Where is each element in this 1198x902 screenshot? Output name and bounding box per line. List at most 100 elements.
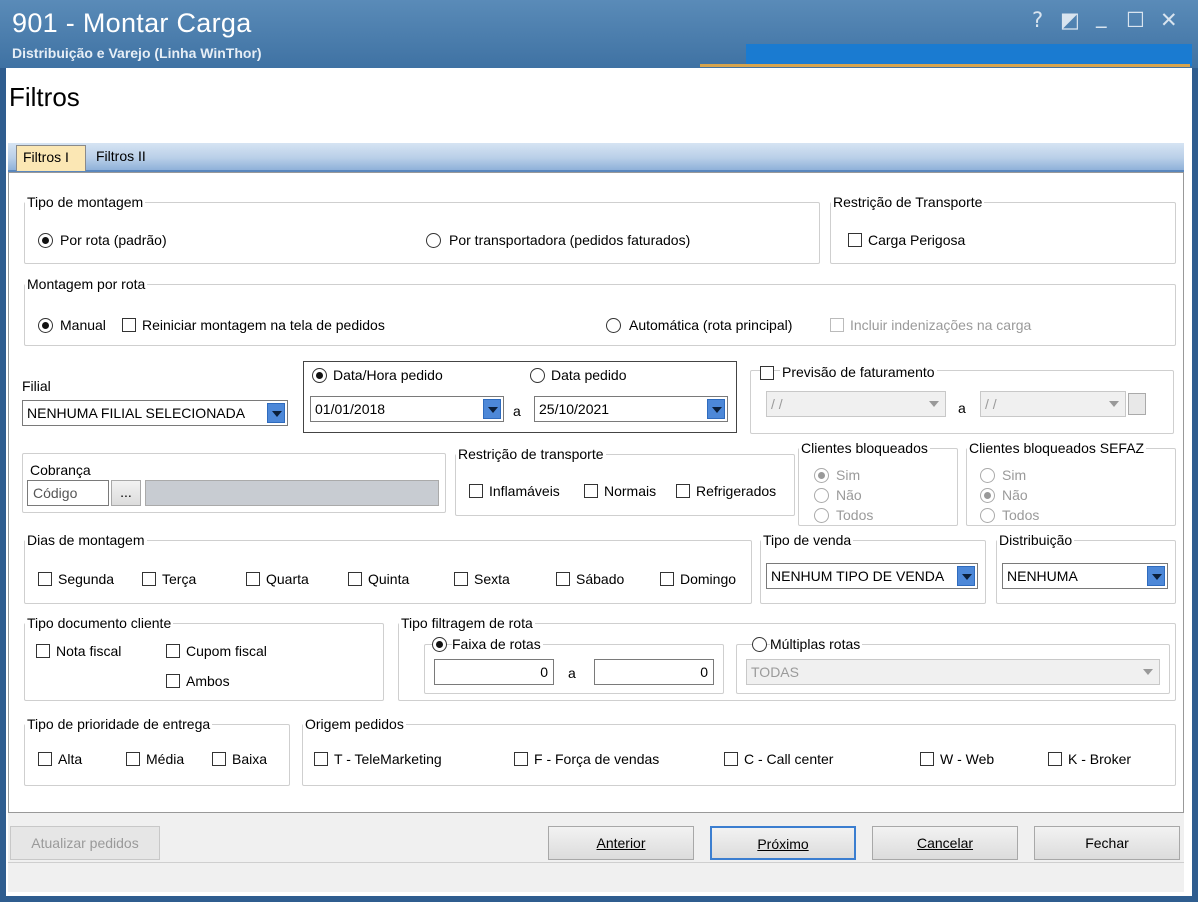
normais-checkbox[interactable]: [584, 484, 598, 498]
quarta-checkbox[interactable]: [246, 572, 260, 586]
restore-layout-icon[interactable]: ◩: [1060, 8, 1080, 32]
reiniciar-montagem-checkbox[interactable]: [122, 318, 136, 332]
segunda-checkbox[interactable]: [38, 572, 52, 586]
chevron-down-icon[interactable]: [957, 566, 975, 586]
chevron-down-icon[interactable]: [925, 394, 943, 414]
data-pedido-radio[interactable]: [530, 368, 545, 383]
montagem-rota-legend: Montagem por rota: [27, 276, 146, 292]
automatica-radio[interactable]: [606, 318, 621, 333]
por-transportadora-radio[interactable]: [426, 233, 441, 248]
previsao-fim-value: / /: [985, 396, 997, 412]
baixa-checkbox[interactable]: [212, 752, 226, 766]
calendar-dropdown-icon[interactable]: [707, 399, 725, 419]
normais-label: Normais: [604, 483, 657, 499]
origem-web-checkbox[interactable]: [920, 752, 934, 766]
data-inicio-field[interactable]: 01/01/2018: [310, 396, 504, 422]
close-icon[interactable]: ✕: [1160, 8, 1178, 32]
chevron-down-icon[interactable]: [1139, 662, 1157, 682]
chevron-down-icon[interactable]: [267, 403, 285, 423]
fechar-button[interactable]: Fechar: [1034, 826, 1180, 860]
origem-telemarketing-checkbox[interactable]: [314, 752, 328, 766]
cobranca-lookup-button[interactable]: ...: [111, 480, 141, 506]
por-rota-radio[interactable]: [38, 233, 53, 248]
faixa-inicio-input[interactable]: 0: [434, 659, 554, 685]
dias-montagem-legend: Dias de montagem: [27, 532, 145, 548]
cupom-fiscal-checkbox[interactable]: [166, 644, 180, 658]
help-icon[interactable]: ?: [1032, 8, 1043, 32]
sabado-checkbox[interactable]: [556, 572, 570, 586]
multiplas-rotas-radio[interactable]: [752, 637, 767, 652]
tab-bar: [8, 143, 1184, 172]
origem-telemarketing-label: T - TeleMarketing: [334, 751, 442, 767]
distribuicao-select[interactable]: NENHUMA: [1002, 563, 1168, 589]
sabado-label: Sábado: [576, 571, 625, 587]
window-title: 901 - Montar Carga: [12, 8, 252, 38]
carga-perigosa-checkbox[interactable]: [848, 233, 862, 247]
cancelar-button[interactable]: Cancelar: [872, 826, 1018, 860]
ambos-checkbox[interactable]: [166, 674, 180, 688]
quinta-checkbox[interactable]: [348, 572, 362, 586]
origem-broker-label: K - Broker: [1068, 751, 1132, 767]
refrigerados-checkbox[interactable]: [676, 484, 690, 498]
faixa-rotas-radio[interactable]: [432, 637, 447, 652]
tab-filtros-ii[interactable]: Filtros II: [90, 145, 152, 171]
media-checkbox[interactable]: [126, 752, 140, 766]
terca-checkbox[interactable]: [142, 572, 156, 586]
manual-radio[interactable]: [38, 318, 53, 333]
sefaz-nao-radio[interactable]: [980, 488, 995, 503]
chevron-down-icon[interactable]: [1147, 566, 1165, 586]
bloqueados-todos-label: Todos: [836, 507, 874, 523]
alta-checkbox[interactable]: [38, 752, 52, 766]
refrigerados-label: Refrigerados: [696, 483, 777, 499]
domingo-checkbox[interactable]: [660, 572, 674, 586]
proximo-button[interactable]: Próximo: [710, 826, 856, 860]
minimize-icon[interactable]: _: [1096, 4, 1107, 28]
sexta-checkbox[interactable]: [454, 572, 468, 586]
multiplas-rotas-select[interactable]: TODAS: [746, 659, 1160, 685]
nota-fiscal-checkbox[interactable]: [36, 644, 50, 658]
anterior-button[interactable]: Anterior: [548, 826, 694, 860]
data-fim-field[interactable]: 25/10/2021: [534, 396, 728, 422]
data-hora-pedido-radio[interactable]: [312, 368, 327, 383]
tipo-montagem-group: Tipo de montagem: [24, 194, 820, 264]
cobranca-codigo-input[interactable]: Código: [27, 480, 109, 506]
bloqueados-todos-radio[interactable]: [814, 508, 829, 523]
distribuicao-value: NENHUMA: [1007, 568, 1078, 584]
filial-value: NENHUMA FILIAL SELECIONADA: [27, 405, 246, 421]
segunda-label: Segunda: [58, 571, 115, 587]
chevron-down-icon[interactable]: [1105, 394, 1123, 414]
calendar-dropdown-icon[interactable]: [483, 399, 501, 419]
nota-fiscal-label: Nota fiscal: [56, 643, 122, 659]
previsao-inicio-field[interactable]: / /: [766, 391, 946, 417]
bloqueados-nao-radio[interactable]: [814, 488, 829, 503]
restricao-transporte-top-legend: Restrição de Transporte: [833, 194, 983, 210]
sefaz-nao-label: Não: [1002, 487, 1028, 503]
tipo-venda-select[interactable]: NENHUM TIPO DE VENDA: [766, 563, 978, 589]
sefaz-sim-radio[interactable]: [980, 468, 995, 483]
previsao-fim-field[interactable]: / /: [980, 391, 1126, 417]
automatica-label: Automática (rota principal): [629, 317, 793, 333]
maximize-icon[interactable]: ☐: [1126, 8, 1145, 32]
origem-broker-checkbox[interactable]: [1048, 752, 1062, 766]
previsao-faturamento-checkbox[interactable]: [760, 366, 774, 380]
window-subtitle: Distribuição e Varejo (Linha WinThor): [12, 45, 262, 61]
sefaz-todos-radio[interactable]: [980, 508, 995, 523]
cupom-fiscal-label: Cupom fiscal: [186, 643, 267, 659]
atualizar-pedidos-button[interactable]: Atualizar pedidos: [10, 826, 160, 860]
montagem-rota-group: Montagem por rota: [24, 276, 1176, 346]
multiplas-rotas-label: Múltiplas rotas: [770, 636, 863, 652]
page-title: Filtros: [9, 82, 80, 112]
filial-select[interactable]: NENHUMA FILIAL SELECIONADA: [22, 400, 288, 426]
tab-filtros-i[interactable]: Filtros I: [16, 145, 86, 171]
faixa-fim-input[interactable]: 0: [594, 659, 714, 685]
sexta-label: Sexta: [474, 571, 510, 587]
media-label: Média: [146, 751, 185, 767]
quinta-label: Quinta: [368, 571, 410, 587]
inflamaveis-checkbox[interactable]: [469, 484, 483, 498]
manual-label: Manual: [60, 317, 106, 333]
bloqueados-sim-radio[interactable]: [814, 468, 829, 483]
origem-forca-vendas-checkbox[interactable]: [514, 752, 528, 766]
origem-call-center-checkbox[interactable]: [724, 752, 738, 766]
calendar-icon[interactable]: [1128, 393, 1146, 415]
incluir-indenizacoes-checkbox[interactable]: [830, 318, 844, 332]
